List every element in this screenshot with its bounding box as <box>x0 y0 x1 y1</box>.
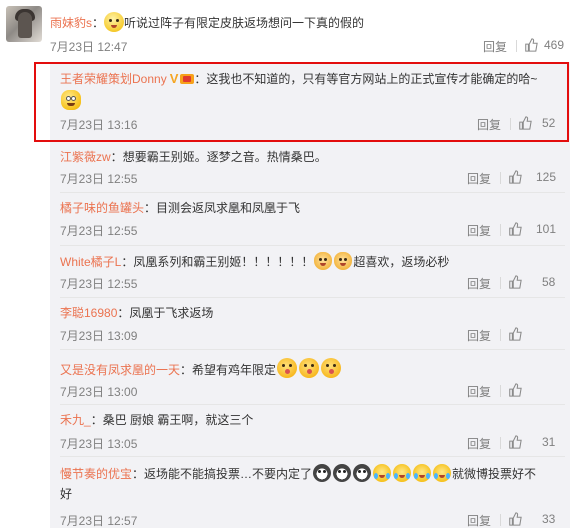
cat-emoji-icon <box>334 252 353 270</box>
timestamp: 7月23日 13:09 <box>60 329 138 343</box>
thumbs-up-icon[interactable] <box>508 383 522 397</box>
comment-meta: 7月23日 13:05 回复 31 <box>60 435 565 451</box>
thumbs-up-icon[interactable] <box>508 512 522 526</box>
sub-comment: 慢节奏的优宝：返场能不能搞投票…不要内定了 就微博投票好不 好 7月23日 12:… <box>50 457 570 528</box>
avatar[interactable] <box>6 6 42 42</box>
like-count: 125 <box>536 170 557 184</box>
like-count: 58 <box>542 275 556 289</box>
like-count: 31 <box>542 435 556 449</box>
thumbs-up-icon[interactable] <box>508 170 522 184</box>
username-link[interactable]: 橘子味的鱼罐头 <box>60 201 144 215</box>
like-count: 33 <box>542 512 556 526</box>
comment-meta: 7月23日 12:57 回复 33 <box>60 512 565 528</box>
comment-text-line: 雨妹豹s： 听说过阵子有限定皮肤返场想问一下真的假的 <box>50 12 364 32</box>
highlight-box <box>34 62 569 142</box>
kiss-emoji-icon <box>321 358 342 378</box>
reply-button[interactable]: 回复 <box>483 38 507 55</box>
timestamp: 7月23日 12:57 <box>60 514 138 528</box>
comment-meta: 7月23日 12:55 回复 101 <box>60 222 565 238</box>
comment-text-after: 就微博投票好不 <box>452 467 537 481</box>
thumbs-up-icon[interactable] <box>508 222 522 236</box>
comment-text: 桑巴 厨娘 霸王啊，就这三个 <box>102 413 254 427</box>
comment-meta: 7月23日 12:55 回复 125 <box>60 170 565 186</box>
timestamp: 7月23日 13:00 <box>60 385 138 399</box>
laugh-cry-emoji-icon <box>413 464 432 482</box>
divider <box>500 329 501 341</box>
comment-meta: 7月23日 13:09 回复 <box>60 327 565 343</box>
username-link[interactable]: 慢节奏的优宝 <box>60 467 132 481</box>
comment-meta: 7月23日 13:00 回复 <box>60 383 565 399</box>
reply-button[interactable]: 回复 <box>467 327 491 344</box>
sub-comment: 禾九_：桑巴 厨娘 霸王啊，就这三个 7月23日 13:05 回复 31 <box>50 405 570 455</box>
thumbs-up-icon[interactable] <box>508 327 522 341</box>
husky-emoji-icon <box>353 464 372 482</box>
comment-text: 目测会返凤求凰和凤凰于飞 <box>156 201 301 215</box>
husky-emoji-icon <box>313 464 332 482</box>
sub-comment: 又是没有凤求凰的一天：希望有鸡年限定 7月23日 13:00 回复 <box>50 350 570 404</box>
reply-button[interactable]: 回复 <box>467 383 491 400</box>
comment-text: 希望有鸡年限定 <box>192 363 277 377</box>
divider <box>516 40 517 52</box>
reply-button[interactable]: 回复 <box>467 275 491 292</box>
divider <box>500 172 501 184</box>
username-link[interactable]: 李聪16980 <box>60 306 117 320</box>
laugh-cry-emoji-icon <box>393 464 412 482</box>
like-count: 101 <box>536 222 557 236</box>
kiss-emoji-icon <box>299 358 320 378</box>
divider <box>500 514 501 526</box>
username-link[interactable]: 又是没有凤求凰的一天 <box>60 363 180 377</box>
reply-button[interactable]: 回复 <box>467 170 491 187</box>
timestamp: 7月23日 12:55 <box>60 224 138 238</box>
reply-button[interactable]: 回复 <box>467 222 491 239</box>
username-link[interactable]: White橘子L <box>60 255 121 269</box>
smile-emoji-icon <box>104 12 125 32</box>
comment-meta: 7月23日 12:55 回复 58 <box>60 275 565 291</box>
comment-text: 听说过阵子有限定皮肤返场想问一下真的假的 <box>124 16 365 30</box>
comment-meta: 7月23日 12:47 回复 469 <box>50 38 570 54</box>
reply-button[interactable]: 回复 <box>467 512 491 528</box>
thumbs-up-icon[interactable] <box>508 275 522 289</box>
sub-comment: 李聪16980：凤凰于飞求返场 7月23日 13:09 回复 <box>50 298 570 348</box>
divider <box>500 224 501 236</box>
timestamp: 7月23日 13:05 <box>60 437 138 451</box>
username-link[interactable]: 雨妹豹s <box>50 16 92 30</box>
sub-comment: White橘子L：凤凰系列和霸王别姬！！！！！！ 超喜欢，返场必秒 7月23日 1… <box>50 246 570 296</box>
top-comment: 雨妹豹s： 听说过阵子有限定皮肤返场想问一下真的假的 7月23日 12:47 回复… <box>0 0 570 62</box>
timestamp: 7月23日 12:55 <box>60 277 138 291</box>
kiss-emoji-icon <box>277 358 298 378</box>
husky-emoji-icon <box>333 464 352 482</box>
comment-text-wrap: 好 <box>60 487 73 501</box>
laugh-cry-emoji-icon <box>373 464 392 482</box>
divider <box>500 277 501 289</box>
comment-text-after: 超喜欢，返场必秒 <box>353 255 450 269</box>
sub-comment: 橘子味的鱼罐头：目测会返凤求凰和凤凰于飞 7月23日 12:55 回复 101 <box>50 193 570 245</box>
timestamp: 7月23日 12:47 <box>50 40 128 54</box>
timestamp: 7月23日 12:55 <box>60 172 138 186</box>
comment-text: 想要霸王别姬。逐梦之音。热情桑巴。 <box>122 150 327 164</box>
username-link[interactable]: 江紫薇zw <box>60 150 111 164</box>
comment-text: 凤凰于飞求返场 <box>129 306 214 320</box>
sub-comment: 江紫薇zw：想要霸王别姬。逐梦之音。热情桑巴。 7月23日 12:55 回复 1… <box>50 142 570 192</box>
comment-text: 凤凰系列和霸王别姬！！！！！！ <box>133 255 314 269</box>
thumbs-up-icon[interactable] <box>524 38 538 52</box>
like-count: 469 <box>544 38 565 52</box>
username-link[interactable]: 禾九_ <box>60 413 91 427</box>
thumbs-up-icon[interactable] <box>508 435 522 449</box>
comment-text: 返场能不能搞投票…不要内定了 <box>144 467 313 481</box>
laugh-cry-emoji-icon <box>433 464 452 482</box>
cat-emoji-icon <box>314 252 333 270</box>
divider <box>500 385 501 397</box>
divider <box>500 437 501 449</box>
reply-button[interactable]: 回复 <box>467 435 491 452</box>
